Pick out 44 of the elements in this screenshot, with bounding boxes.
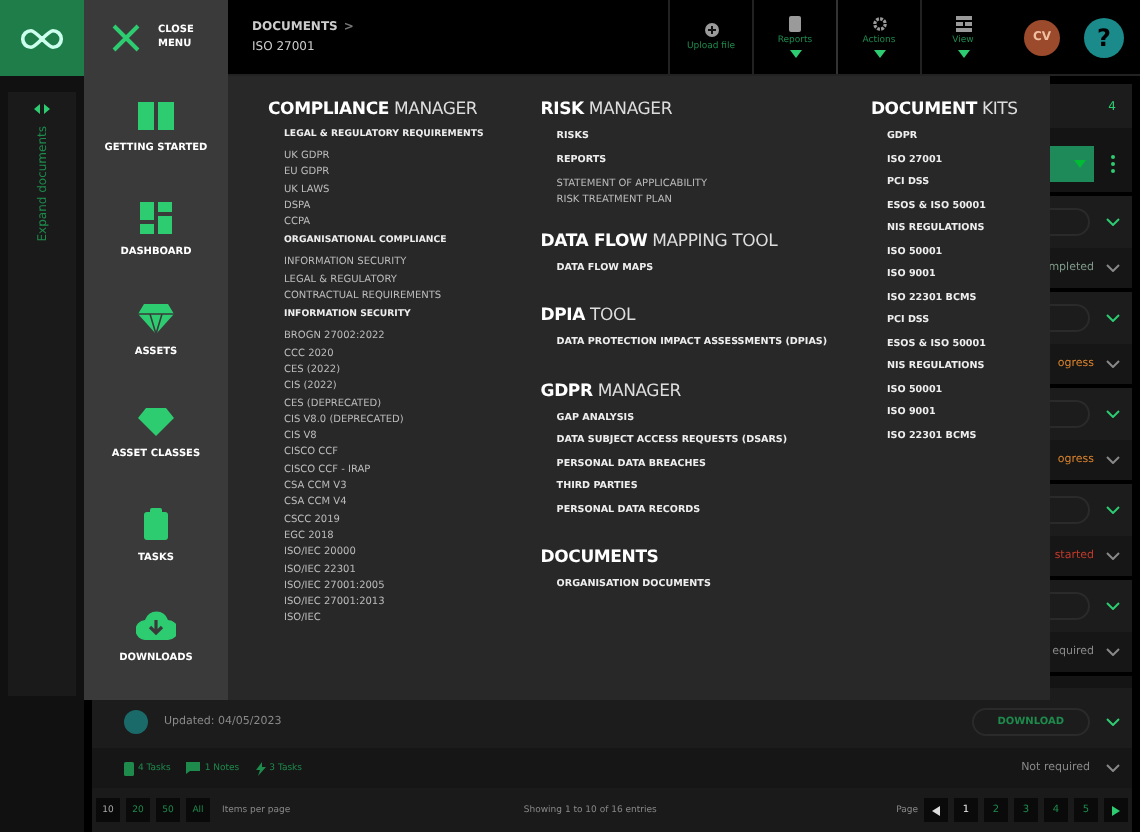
clipboard-icon [124,761,134,775]
left-arrow-icon [932,805,940,815]
right-arrow-icon [1112,805,1120,815]
next-page-button[interactable] [1104,798,1128,822]
caret-icon [1074,160,1086,168]
menu-section-heading: COMPLIANCE MANAGER [268,100,480,120]
grid-view-icon [955,16,971,32]
menu-section-heading: DOCUMENT KITS [870,100,1020,120]
clipboard-icon [144,507,168,539]
chevron-down-icon[interactable] [1106,218,1120,226]
menu-section-heading: DOCUMENTS [540,548,661,569]
chevron-down-icon[interactable] [1106,648,1120,656]
settings-icon [871,16,887,32]
chevron-down-icon[interactable] [1106,264,1120,272]
chevron-down-icon[interactable] [1106,314,1120,322]
chevron-down-icon[interactable] [1106,552,1120,560]
menu-section-heading: RISK MANAGER [540,100,675,120]
plus-circle-icon [703,22,719,38]
menu-section-heading: DPIA TOOL [540,306,638,327]
lightning-icon [255,761,266,775]
menu-section-heading: DATA FLOW MAPPING TOOL [540,231,780,252]
expand-arrows-icon [34,104,50,114]
cloud-download-icon [136,610,176,640]
chevron-down-icon[interactable] [1106,506,1120,514]
close-icon [112,24,140,52]
comment-icon [186,762,201,774]
help-button[interactable]: ? [1084,17,1124,57]
gem-icon [138,304,174,334]
chevron-down-icon[interactable] [1106,360,1120,368]
document-avatar [124,710,148,734]
infinity-logo-icon [20,27,64,49]
menu-section-heading: GDPR MANAGER [540,381,683,402]
chevron-down-icon[interactable] [1106,718,1120,726]
diamond-icon [138,407,174,435]
more-options-icon[interactable] [1110,154,1116,174]
chevron-down-icon[interactable] [1106,602,1120,610]
previous-page-button[interactable] [924,798,948,822]
chevron-down-icon[interactable] [1106,456,1120,464]
chevron-down-icon[interactable] [1106,410,1120,418]
chevron-down-icon[interactable] [1106,764,1120,772]
dashboard-icon [140,201,172,233]
logo-tile[interactable] [0,0,84,76]
document-icon [788,16,802,32]
book-icon [138,100,174,130]
